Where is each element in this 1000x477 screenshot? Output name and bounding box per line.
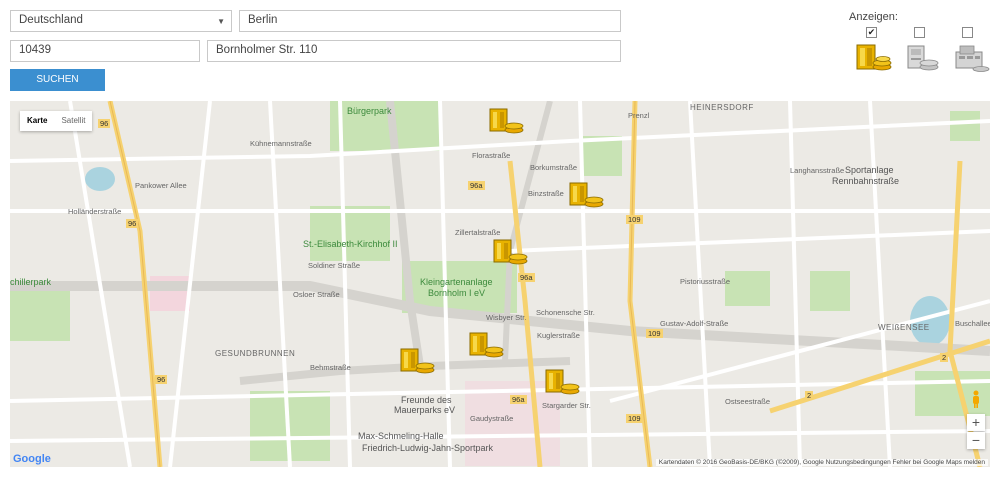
map-label: Soldiner Straße (308, 261, 361, 270)
map-label: Mauerparks eV (394, 405, 456, 415)
atm-marker[interactable] (488, 107, 526, 137)
map-label: Stargarder Str. (542, 401, 591, 410)
map-attribution: Kartendaten © 2016 GeoBasis-DE/BKG (©200… (655, 459, 988, 466)
map-label: Rennbahnstraße (832, 176, 900, 186)
map-label: Buschallee (955, 319, 990, 328)
cash-machine-icon[interactable] (904, 42, 940, 74)
map[interactable]: Bürgerpark HEINERSDORF Sportanlage Rennb… (10, 101, 990, 467)
map-label: Pistoriusstraße (680, 277, 731, 286)
map-label: chillerpark (10, 277, 52, 287)
map-label: Gaudystraße (470, 414, 514, 423)
road-shield: 109 (646, 329, 663, 338)
map-label: Florastraße (472, 151, 511, 160)
cash-register-icon[interactable] (950, 42, 990, 74)
atm-stack-icon[interactable] (855, 42, 893, 74)
map-type-satellite-button[interactable]: Satellit (54, 111, 92, 131)
city-input[interactable]: Berlin (239, 10, 621, 32)
map-label: Gustav-Adolf-Straße (660, 319, 729, 328)
map-label: HEINERSDORF (690, 103, 754, 112)
map-label: Freunde des (401, 395, 452, 405)
map-label: St.-Elisabeth-Kirchhof II (303, 239, 398, 249)
map-label: Bornholm I eV (428, 288, 486, 298)
filter-checkbox-cashmachine[interactable] (914, 27, 925, 38)
map-label: Kühnemannstraße (250, 139, 312, 148)
map-label: Zillertalstraße (455, 228, 501, 237)
map-label: Langhansstraße (790, 166, 845, 175)
map-type-map-button[interactable]: Karte (20, 111, 54, 131)
street-input[interactable]: Bornholmer Str. 110 (207, 40, 621, 62)
road-shield: 96 (98, 119, 111, 128)
map-label: Ostseestraße (725, 397, 771, 406)
map-label: Bürgerpark (347, 106, 392, 116)
map-label: Schonensche Str. (536, 308, 595, 317)
filter-checkbox-register[interactable] (962, 27, 973, 38)
chevron-down-icon: ▼ (217, 17, 225, 26)
pegman-icon[interactable] (970, 390, 982, 408)
map-label: Holländerstraße (68, 207, 122, 216)
atm-marker[interactable] (468, 331, 506, 361)
road-shield: 2 (805, 391, 814, 400)
map-label: Behmstraße (310, 363, 351, 372)
map-label: WEIßENSEE (878, 323, 930, 332)
zoom-in-button[interactable]: + (967, 414, 985, 431)
map-label: Prenzl (628, 111, 650, 120)
country-select-value: Deutschland (19, 14, 83, 26)
map-label: Kleingartenanlage (420, 277, 493, 287)
map-label: Pankower Allee (135, 181, 187, 190)
atm-marker[interactable] (399, 347, 437, 377)
map-label: Borkumstraße (530, 163, 578, 172)
google-logo: Google (13, 453, 51, 465)
road-shield: 2 (940, 353, 949, 362)
road-shield: 109 (626, 215, 643, 224)
map-label: Friedrich-Ludwig-Jahn-Sportpark (362, 443, 494, 453)
country-select[interactable]: Deutschland ▼ (10, 10, 232, 32)
zoom-out-button[interactable]: − (967, 432, 985, 449)
road-shield: 96 (126, 219, 139, 228)
atm-marker[interactable] (568, 181, 606, 211)
map-label: Osloer Straße (293, 290, 340, 299)
map-label: GESUNDBRUNNEN (215, 349, 296, 358)
filter-checkbox-atm[interactable]: ✔ (866, 27, 877, 38)
road-shield: 109 (626, 414, 643, 423)
search-button[interactable]: SUCHEN (10, 69, 105, 91)
road-shield: 96 (155, 375, 168, 384)
zip-input[interactable]: 10439 (10, 40, 200, 62)
map-type-control: Karte Satellit (20, 111, 93, 131)
atm-marker[interactable] (544, 368, 582, 398)
atm-marker[interactable] (492, 238, 530, 268)
map-label: Wisbyer Str. (486, 313, 527, 322)
road-shield: 96a (510, 395, 527, 404)
map-label: Binzstraße (528, 189, 564, 198)
map-label: Kuglerstraße (537, 331, 580, 340)
google-logo-text: Google (13, 453, 51, 465)
road-shield: 96a (468, 181, 485, 190)
filter-label: Anzeigen: (849, 11, 898, 23)
map-label: Max-Schmeling-Halle (358, 431, 444, 441)
map-label: Sportanlage (845, 165, 894, 175)
road-shield: 96a (518, 273, 535, 282)
